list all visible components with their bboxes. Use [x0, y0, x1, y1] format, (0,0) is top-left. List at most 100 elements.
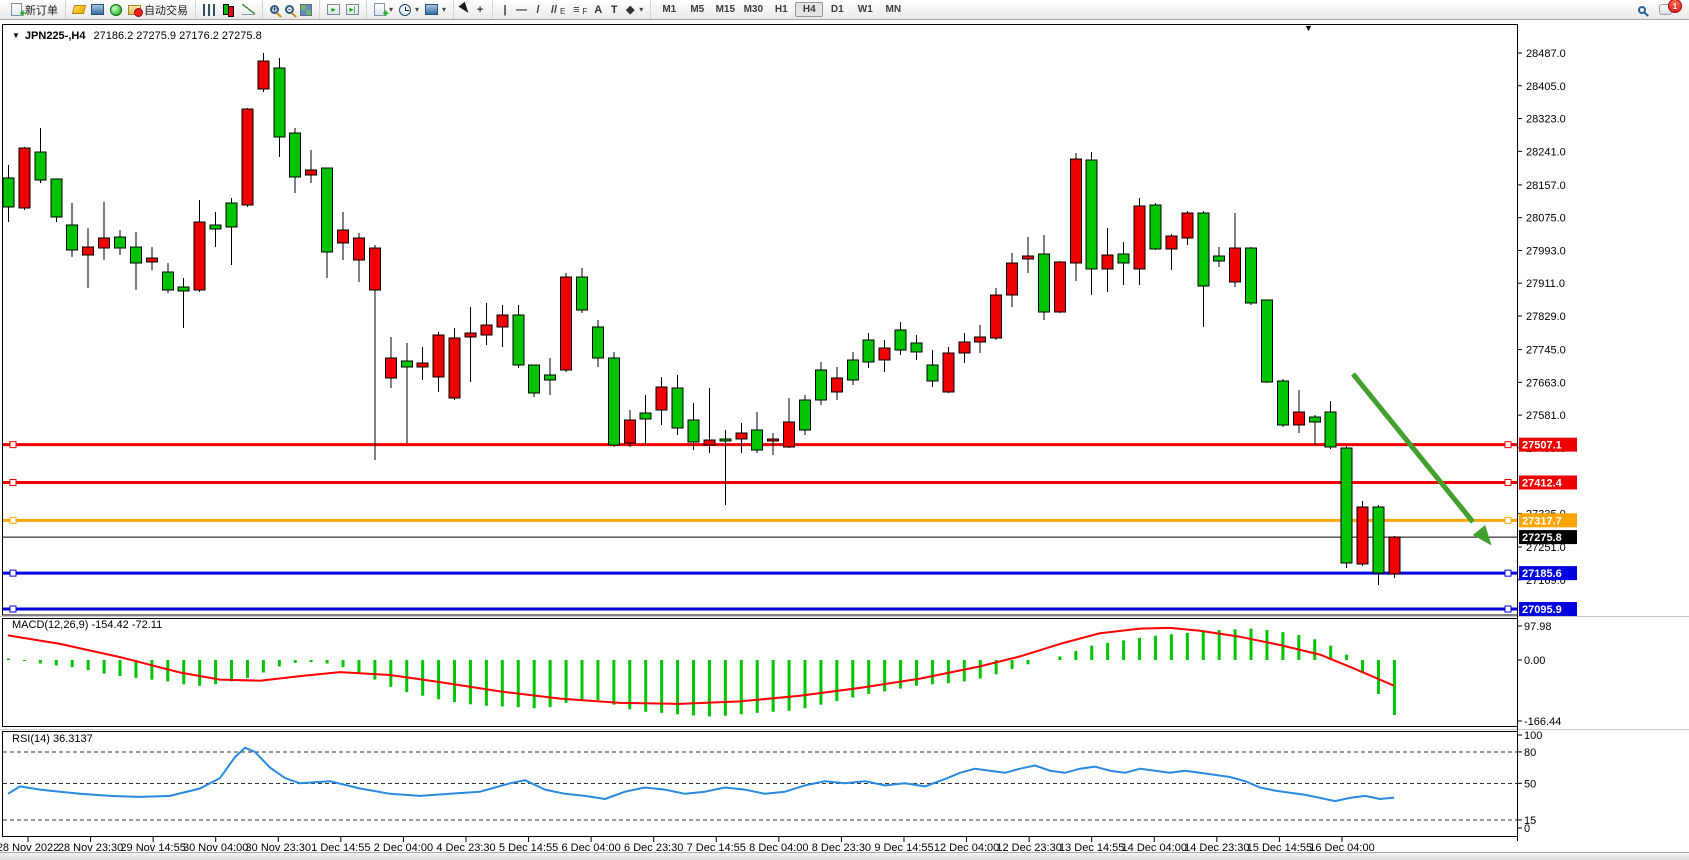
crosshair-tool-button[interactable]: + — [472, 3, 488, 17]
candle-body — [290, 133, 301, 177]
macd-scale-label: 0.00 — [1524, 655, 1545, 667]
auto-trading-button[interactable]: 自动交易 — [125, 1, 191, 19]
macd-name: MACD(12,26,9) — [12, 619, 88, 631]
timeframe-h1[interactable]: H1 — [767, 2, 795, 17]
candle-body — [624, 420, 635, 443]
shapes-tool-icon: ◆ — [625, 3, 635, 16]
line-handle[interactable] — [10, 606, 16, 612]
toolbar-group: |—///E≡FAT◆▾ — [492, 0, 650, 19]
timeframe-m15[interactable]: M15 — [711, 2, 739, 17]
line-handle[interactable] — [10, 570, 16, 576]
candle-body — [99, 238, 110, 248]
timeframe-d1[interactable]: D1 — [823, 2, 851, 17]
support-2-tag-label: 27095.9 — [1522, 604, 1562, 616]
price-tick-label: 27581.0 — [1526, 410, 1566, 422]
template-selector-button[interactable]: ▾ — [422, 3, 449, 16]
candle-body — [115, 237, 126, 248]
cursor-tool-button[interactable] — [458, 4, 472, 15]
candle-body — [1182, 213, 1193, 238]
bar-chart-mode-button[interactable] — [200, 3, 219, 17]
candle-body — [1134, 206, 1145, 269]
line-handle[interactable] — [10, 479, 16, 485]
horizontal-line-tool-button[interactable]: — — [513, 3, 530, 17]
line-handle[interactable] — [1505, 479, 1511, 485]
search-icon[interactable] — [1638, 6, 1646, 14]
highlighter-button[interactable] — [70, 4, 88, 15]
text-tool-button[interactable]: A — [590, 3, 606, 17]
text-label-tool-icon: T — [609, 4, 619, 16]
auto-trading-icon — [128, 5, 141, 15]
price-tick-label: 27911.0 — [1526, 278, 1565, 290]
toolbar-group: +- — [262, 0, 319, 19]
trendline-tool-button[interactable]: / — [530, 3, 546, 17]
add-indicator-button[interactable]: ▾ — [371, 2, 396, 17]
resistance-1-tag-label: 27507.1 — [1522, 440, 1562, 452]
template-selector-dropdown-icon[interactable]: ▾ — [442, 5, 446, 14]
notifications-button[interactable]: 1 — [1656, 3, 1675, 16]
shapes-tool-dropdown-icon[interactable]: ▾ — [639, 5, 643, 14]
price-pane — [3, 25, 1518, 616]
new-order-label: 新订单 — [25, 2, 58, 18]
vertical-line-tool-button[interactable]: | — [497, 3, 513, 17]
trendline-tool-icon: / — [533, 4, 543, 16]
support-1-tag-label: 27185.6 — [1522, 568, 1562, 580]
line-handle[interactable] — [1505, 606, 1511, 612]
candle-body — [576, 277, 587, 310]
candle-body — [1166, 236, 1177, 249]
timeframe-m5[interactable]: M5 — [683, 2, 711, 17]
line-handle[interactable] — [1505, 517, 1511, 523]
toolbar-group: 新订单 — [4, 0, 65, 19]
tile-windows-button[interactable] — [297, 3, 315, 17]
zoom-out-button[interactable]: - — [282, 4, 297, 15]
candle-body — [306, 170, 317, 175]
cursor-tool-icon — [459, 2, 472, 16]
period-selector-dropdown-icon[interactable]: ▾ — [415, 5, 419, 14]
candle-body — [258, 61, 269, 89]
line-handle[interactable] — [10, 517, 16, 523]
macd-scale-label: 97.98 — [1524, 621, 1552, 633]
bar-chart-mode-icon — [203, 4, 216, 16]
candle-body — [338, 230, 349, 243]
rsi-scale-label: 80 — [1524, 747, 1536, 759]
new-order-button[interactable]: 新订单 — [8, 1, 61, 19]
timeframe-m30[interactable]: M30 — [739, 2, 767, 17]
candle-body — [656, 387, 667, 410]
period-selector-button[interactable]: ▾ — [396, 3, 422, 17]
equidistant-channel-tool-button[interactable]: //E — [546, 3, 568, 17]
timeframe-h4[interactable]: H4 — [795, 2, 823, 17]
candlestick-mode-button[interactable] — [219, 2, 239, 17]
highlighter-icon — [72, 5, 86, 14]
candle-body — [194, 222, 205, 290]
candle-body — [959, 342, 970, 353]
chart-window-button[interactable] — [88, 3, 107, 16]
text-label-tool-button[interactable]: T — [606, 3, 622, 17]
add-indicator-dropdown-icon[interactable]: ▾ — [389, 5, 393, 14]
candle-body — [353, 238, 364, 260]
chart-forward-button[interactable]: ▸ — [324, 3, 343, 16]
fibonacci-tool-button[interactable]: ≡F — [568, 3, 590, 17]
line-handle[interactable] — [10, 442, 16, 448]
candle-body — [688, 420, 699, 442]
status-bar — [0, 852, 1689, 860]
candle-body — [417, 363, 428, 367]
line-handle[interactable] — [1505, 442, 1511, 448]
timeframe-w1[interactable]: W1 — [851, 2, 879, 17]
line-chart-mode-button[interactable] — [239, 3, 258, 16]
timeframe-mn[interactable]: MN — [879, 2, 907, 17]
signal-service-button[interactable] — [107, 3, 125, 17]
chart-shift-marker-icon[interactable]: ▼ — [1304, 23, 1313, 33]
zoom-in-button[interactable]: + — [267, 4, 282, 15]
candle-body — [592, 327, 603, 358]
candle-body — [975, 337, 986, 342]
add-indicator-icon — [374, 3, 385, 16]
chart-end-button[interactable]: ▸| — [343, 3, 362, 16]
candle-body — [863, 340, 874, 362]
timeframe-m1[interactable]: M1 — [655, 2, 683, 17]
price-tick-label: 27993.0 — [1526, 245, 1566, 257]
shapes-tool-button[interactable]: ◆▾ — [622, 2, 646, 17]
auto-trading-label: 自动交易 — [144, 2, 188, 18]
chart-expand-icon[interactable]: ▼ — [12, 31, 20, 40]
candle-body — [67, 225, 78, 250]
price-tick-label: 28157.0 — [1526, 180, 1566, 192]
line-handle[interactable] — [1505, 570, 1511, 576]
